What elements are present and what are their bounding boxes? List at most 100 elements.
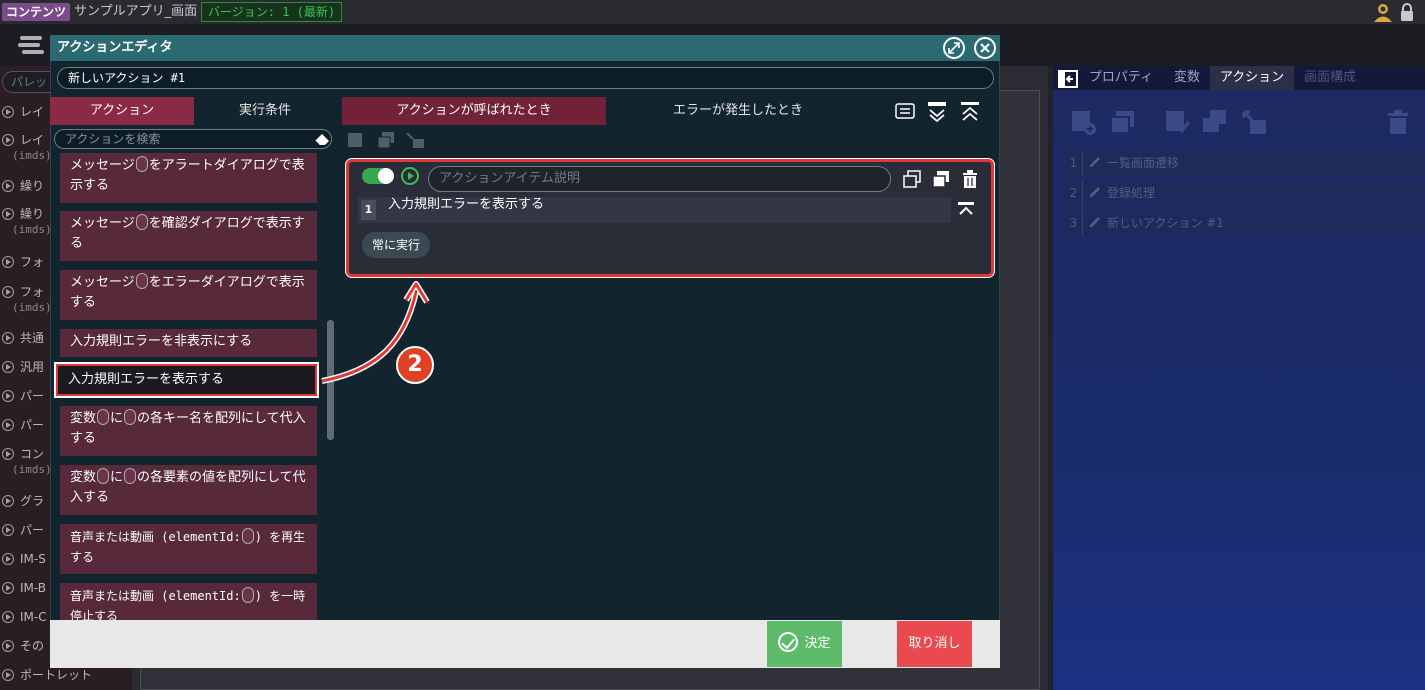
list-item[interactable]: 音声または動画 (elementId:) を一時停止する	[60, 583, 317, 620]
list-item-selected[interactable]: 入力規則エラーを表示する	[54, 362, 319, 398]
action-label: 新しいアクション #1	[1107, 216, 1224, 230]
list-item-text: に	[110, 470, 124, 485]
palette-item-label: 共通	[20, 331, 45, 345]
palette-item-label: グラ	[20, 494, 45, 508]
action-number: 1	[1065, 150, 1083, 176]
palette-item[interactable]: ポートレット	[2, 667, 130, 683]
list-item-text: 入力規則エラーを非表示にする	[70, 334, 253, 349]
item-label: 入力規則エラーを表示する	[388, 197, 545, 212]
expand-icon	[2, 669, 14, 681]
palette-item-label: その	[20, 639, 45, 653]
action-label: 登録処理	[1107, 186, 1156, 200]
list-item[interactable]: メッセージ をアラートダイアログで表示する	[60, 153, 317, 203]
list-item[interactable]: 変数にの各要素の値を配列にして代入する	[60, 465, 317, 515]
paste-icon[interactable]	[346, 131, 366, 149]
pencil-icon	[1090, 217, 1100, 227]
param-slot	[241, 528, 254, 544]
expand-icon	[2, 180, 14, 192]
action-label: 一覧画面遷移	[1107, 156, 1180, 170]
palette-item-label: IM-C	[20, 610, 47, 624]
list-item[interactable]: 入力規則エラーを非表示にする	[60, 329, 317, 357]
collapse-icon[interactable]	[956, 200, 976, 218]
layers-icon[interactable]	[16, 32, 46, 58]
eraser-icon[interactable]	[313, 131, 331, 147]
list-view-icon	[895, 103, 915, 119]
palette-item-label: レイ	[20, 105, 45, 119]
param-slot	[97, 468, 110, 484]
tab-screen-structure[interactable]: 画面構成	[1298, 66, 1362, 90]
tab-on-error[interactable]: エラーが発生したとき	[606, 97, 870, 125]
toggle-knob	[378, 168, 394, 184]
condition-badge[interactable]: 常に実行	[362, 232, 431, 258]
collapse-all-icon	[961, 102, 979, 121]
palette-item-label: レイ	[20, 133, 45, 147]
duplicate-action-icon[interactable]	[1200, 108, 1230, 136]
expand-icon	[2, 134, 14, 146]
close-icon[interactable]	[974, 37, 996, 59]
copy-icon[interactable]	[376, 131, 396, 149]
dialog-title: アクションエディタ	[57, 40, 173, 55]
list-item-text: 変数	[70, 470, 97, 485]
expand-icon	[2, 553, 14, 565]
expand-icon	[2, 611, 14, 623]
maximize-icon[interactable]	[943, 37, 965, 59]
copy-action-icon[interactable]	[1108, 108, 1138, 136]
action-name-input[interactable]: 新しいアクション #1	[57, 67, 994, 89]
palette-item-label: 繰り	[20, 179, 45, 193]
cancel-button[interactable]: 取り消し	[897, 621, 972, 667]
ok-button-label: 決定	[804, 636, 831, 651]
expand-icon	[2, 256, 14, 268]
trash-icon[interactable]	[960, 169, 980, 189]
user-icon[interactable]	[1372, 2, 1394, 22]
pencil-icon	[1090, 157, 1100, 167]
tab-run-condition[interactable]: 実行条件	[194, 97, 336, 125]
action-search-input[interactable]: アクションを検索	[54, 129, 332, 149]
tab-on-called[interactable]: アクションが呼ばれたとき	[342, 97, 606, 125]
action-list-item[interactable]: 1 一覧画面遷移	[1065, 150, 1425, 176]
ok-button[interactable]: 決定	[767, 621, 842, 667]
list-item[interactable]: 変数にの各キー名を配列にして代入する	[60, 406, 317, 456]
palette-item-label: IM-B	[20, 581, 47, 595]
expand-icon	[2, 524, 14, 536]
lock-icon[interactable]	[1398, 2, 1416, 22]
edit-action-icon[interactable]	[1163, 108, 1193, 136]
dialog-footer	[50, 620, 1000, 668]
list-scrollbar[interactable]	[327, 320, 334, 440]
expand-icon	[2, 582, 14, 594]
app-title: サンプルアプリ_画面	[74, 4, 198, 19]
list-item-text: 入力規則エラーを表示する	[68, 372, 225, 387]
expand-icon	[2, 106, 14, 118]
tab-actions[interactable]: アクション	[1210, 66, 1294, 90]
import-action-icon[interactable]	[1240, 108, 1270, 136]
list-item-text: 変数	[70, 411, 97, 426]
list-item[interactable]: メッセージ を確認ダイアログで表示する	[60, 211, 317, 261]
item-number: 1	[361, 200, 376, 220]
delete-action-icon[interactable]	[1383, 108, 1413, 136]
list-item-text: に	[110, 411, 124, 426]
action-list-item[interactable]: 2 登録処理	[1065, 180, 1425, 206]
list-item[interactable]: メッセージ をエラーダイアログで表示する	[60, 270, 317, 320]
move-icon[interactable]	[405, 131, 425, 149]
add-action-icon[interactable]	[1069, 108, 1099, 136]
param-slot	[135, 273, 148, 289]
tab-variables[interactable]: 変数	[1164, 66, 1210, 90]
tab-properties[interactable]: プロパティ	[1083, 66, 1159, 90]
version-badge[interactable]: バージョン: 1 (最新)	[201, 2, 343, 22]
param-slot	[135, 214, 148, 230]
dock-panel-icon[interactable]	[1058, 70, 1078, 88]
expand-icon	[2, 640, 14, 652]
copy-item-icon[interactable]	[902, 169, 922, 189]
param-slot	[124, 409, 137, 425]
expand-icon	[2, 286, 14, 298]
param-slot	[241, 587, 254, 603]
duplicate-item-icon[interactable]	[931, 169, 951, 189]
action-list-item[interactable]: 3 新しいアクション #1	[1065, 210, 1425, 236]
palette-item-label: 繰り	[20, 207, 45, 221]
palette-item-label: IM-S	[20, 552, 46, 566]
dialog-header	[50, 35, 1000, 61]
expand-icon	[2, 390, 14, 402]
tab-action[interactable]: アクション	[50, 97, 194, 125]
item-description-input[interactable]: アクションアイテム説明	[428, 166, 891, 192]
play-icon[interactable]	[401, 167, 419, 185]
list-item[interactable]: 音声または動画 (elementId:) を再生する	[60, 524, 317, 574]
